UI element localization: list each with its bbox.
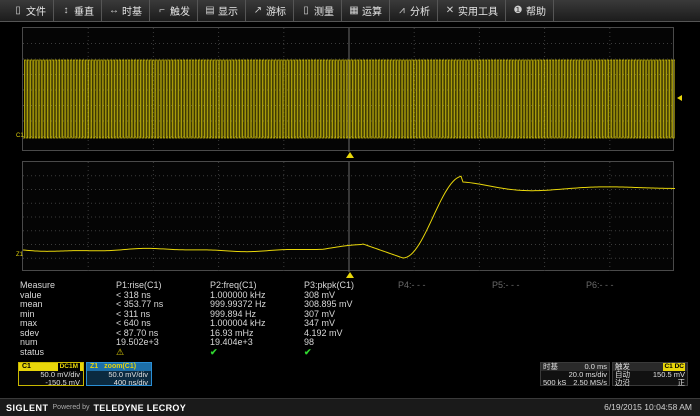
status-ok-icon: ✔ [210,346,218,357]
z1-channel-marker[interactable]: Z1 [16,252,23,258]
menu-help[interactable]: ❶ 帮助 [506,0,554,22]
menu-vertical[interactable]: ↕ 垂直 [54,0,102,22]
square-wave-trace [23,59,675,139]
trigger-type: 边沿 [615,378,630,387]
c1-channel-box[interactable]: C1 DC1M 50.0 mV/div -150.5 mV [18,362,84,387]
trigger-icon: ⌐ [159,5,165,16]
brand-logo-2: TELEDYNE LECROY [93,402,186,413]
help-icon: ❶ [513,5,523,16]
measure-row-status: status ⚠ ✔ ✔ [18,346,690,358]
analysis-icon: ⩘ [399,5,405,16]
status-ok-icon: ✔ [304,346,312,357]
menu-file[interactable]: ▯ 文件 [6,0,54,22]
z1-box-title: Z1 [90,363,99,370]
c1-offset: -150.5 mV [45,378,80,387]
z1-zoom-box[interactable]: Z1 zoom(C1) 50.0 mV/div 400 ns/div [86,362,152,387]
menu-label: 垂直 [74,7,94,18]
menu-label: 实用工具 [458,7,498,18]
menu-label: 时基 [122,7,142,18]
timebase-icon: ↔ [109,5,119,16]
status-warning-icon: ⚠ [116,346,125,357]
menu-display[interactable]: ▤ 显示 [198,0,246,22]
trigger-position-marker-top[interactable] [346,152,354,158]
trigger-level-marker[interactable] [677,95,682,101]
menu-label: 测量 [314,7,334,18]
menu-tools[interactable]: ✕ 实用工具 [438,0,506,22]
file-icon: ▯ [15,5,21,16]
menu-bar: ▯ 文件 ↕ 垂直 ↔ 时基 ⌐ 触发 ▤ 显示 ↗ 游标 ▯ 测量 ▦ 运算 ⩘ 分析 ✕ 实用工具 ❶ 帮助 [0,0,700,22]
tools-icon: ✕ [445,5,455,16]
c1-box-title: C1 [22,363,31,370]
measure-header-p5[interactable]: P5:- - - [492,280,520,291]
date-time: 6/19/2015 10:04:58 AM [604,402,692,412]
measure-header-p6[interactable]: P6:- - - [586,280,614,291]
timebase-rate: 2.50 MS/s [573,378,607,387]
zoom-waveform-grid[interactable] [22,161,675,272]
math-icon: ▦ [349,5,359,16]
timebase-points: 500 kS [543,378,567,387]
menu-label: 游标 [266,7,286,18]
brand-powered-by: Powered by [52,404,90,411]
menu-label: 显示 [218,7,238,18]
trigger-position-marker-bottom[interactable] [346,272,354,278]
menu-math[interactable]: ▦ 运算 [342,0,390,22]
menu-analysis[interactable]: ⩘ 分析 [390,0,438,22]
measure-icon: ▯ [303,5,309,16]
vertical-icon: ↕ [63,5,69,16]
trigger-slope: 正 [677,378,686,387]
measurement-table: Measure P1:rise(C1) P2:freq(C1) P3:pkpk(… [18,280,690,358]
menu-label: 运算 [362,7,382,18]
display-icon: ▤ [205,5,215,16]
menu-label: 分析 [410,7,430,18]
menu-label: 触发 [170,7,190,18]
main-waveform-grid[interactable] [22,27,675,152]
menu-trigger[interactable]: ⌐ 触发 [150,0,198,22]
menu-measure[interactable]: ▯ 测量 [294,0,342,22]
menu-label: 文件 [26,7,46,18]
cursor-icon: ↗ [253,5,263,16]
measure-header-p4[interactable]: P4:- - - [398,280,426,291]
menu-timebase[interactable]: ↔ 时基 [102,0,150,22]
c1-channel-marker[interactable]: C1 [16,133,24,139]
footer-bar: SIGLENT Powered by TELEDYNE LECROY 6/19/… [0,398,700,416]
brand-logo: SIGLENT [6,402,49,413]
measure-cell-label: status [20,346,45,357]
zoom-waveform-svg [23,162,675,272]
timebase-box[interactable]: 时基 0.0 ms 20.0 ms/div 500 kS 2.50 MS/s [540,362,610,387]
trigger-box[interactable]: 触发 C1 DC 自动 150.5 mV 边沿 正 [612,362,688,387]
main-waveform-svg [23,28,675,152]
timebase-label: 时基 [543,362,558,371]
menu-label: 帮助 [526,7,546,18]
z1-time: 400 ns/div [113,378,148,387]
menu-cursor[interactable]: ↗ 游标 [246,0,294,22]
